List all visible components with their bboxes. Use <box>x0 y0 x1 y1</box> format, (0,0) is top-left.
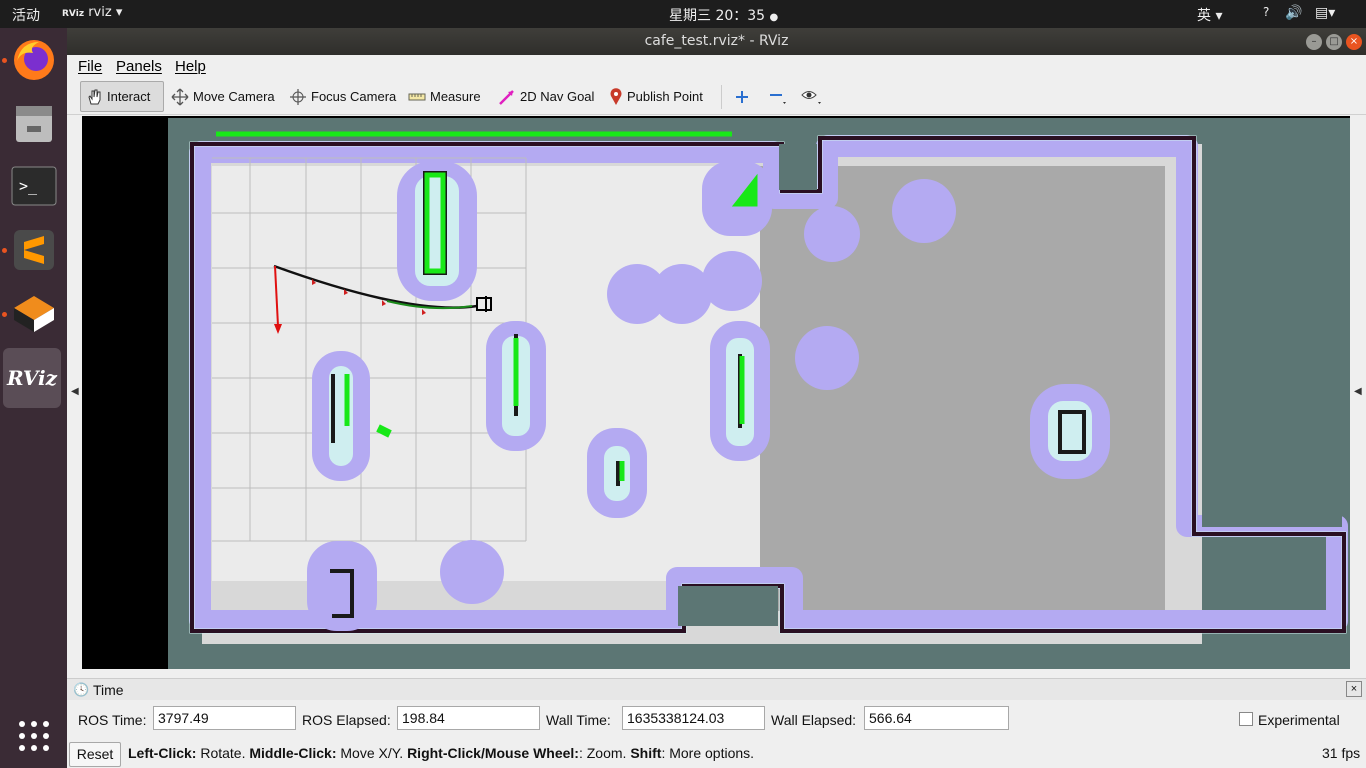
activities-button[interactable]: 活动 <box>12 5 40 25</box>
rviz-window: cafe_test.rviz* - RViz – □ × File Panels… <box>67 28 1366 768</box>
nav-goal-tool[interactable]: 2D Nav Goal <box>494 81 598 112</box>
publish-point-tool[interactable]: Publish Point <box>605 81 707 112</box>
wall-time-field[interactable] <box>622 706 765 730</box>
rviz-icon[interactable]: RViz <box>3 348 61 408</box>
view-options-button[interactable] <box>796 81 828 112</box>
move-camera-label: Move Camera <box>193 89 275 104</box>
svg-text:>_: >_ <box>19 177 38 195</box>
software-icon[interactable] <box>6 286 62 342</box>
remove-tool-button[interactable] <box>763 81 793 112</box>
window-title: cafe_test.rviz* - RViz <box>644 33 789 49</box>
input-method-label: 英 <box>1197 8 1211 24</box>
reset-button[interactable]: Reset <box>69 742 121 767</box>
wall-time-label: Wall Time: <box>546 712 611 728</box>
eye-icon <box>801 90 821 104</box>
hint-middle-click: Middle-Click: <box>249 745 337 761</box>
ros-elapsed-label: ROS Elapsed: <box>302 712 391 728</box>
move-camera-tool[interactable]: Move Camera <box>167 81 279 112</box>
hand-icon <box>88 89 101 104</box>
volume-icon[interactable]: 🔊 <box>1285 5 1302 21</box>
clock-icon: 🕓 <box>73 682 90 697</box>
ros-elapsed-field[interactable] <box>397 706 540 730</box>
notification-dot-icon: ● <box>769 12 779 23</box>
collapse-right-icon[interactable]: ◀ <box>1354 386 1362 397</box>
wall-elapsed-field[interactable] <box>864 706 1009 730</box>
close-panel-icon[interactable]: × <box>1346 681 1362 697</box>
help-icon[interactable]: ? <box>1263 5 1269 19</box>
system-top-bar: 活动 RViz rviz ▾ 星期三 20：35 ● 英 ▾ ? 🔊 ▤▾ <box>0 0 1366 28</box>
time-panel-title: Time <box>93 682 124 698</box>
hint-left-click: Left-Click: <box>128 745 197 761</box>
plus-icon <box>736 90 748 103</box>
hint-right-click: Right-Click/Mouse Wheel: <box>407 745 579 761</box>
render-viewport[interactable] <box>82 116 1350 669</box>
focus-camera-tool[interactable]: Focus Camera <box>285 81 400 112</box>
terminal-icon[interactable]: >_ <box>6 158 62 214</box>
dock: >_ RViz <box>0 28 67 768</box>
publish-point-label: Publish Point <box>627 89 703 104</box>
interact-tool[interactable]: Interact <box>80 81 164 112</box>
menu-file[interactable]: File <box>78 58 102 75</box>
experimental-label: Experimental <box>1258 712 1340 728</box>
measure-tool[interactable]: Measure <box>404 81 485 112</box>
tool-bar: Interact Move Camera Focus Camera Measur… <box>67 79 1366 115</box>
files-icon[interactable] <box>6 96 62 152</box>
ruler-icon <box>408 93 426 100</box>
app-menu[interactable]: RViz rviz ▾ <box>62 5 122 20</box>
nav-goal-label: 2D Nav Goal <box>520 89 595 104</box>
time-panel-header: 🕓 Time × <box>67 678 1366 700</box>
ros-time-label: ROS Time: <box>78 712 147 728</box>
hint-more: : More options. <box>661 745 755 761</box>
menu-bar: File Panels Help <box>67 55 1366 79</box>
measure-label: Measure <box>430 89 481 104</box>
hint-shift: Shift <box>630 745 662 761</box>
time-panel: 🕓 Time × ROS Time: ROS Elapsed: Wall Tim… <box>67 678 1366 768</box>
hint-rotate: Rotate. <box>196 745 250 761</box>
hint-zoom: : Zoom. <box>578 745 631 761</box>
focus-icon <box>290 88 306 105</box>
fps-counter: 31 fps <box>1322 745 1361 761</box>
input-method[interactable]: 英 ▾ <box>1197 5 1222 25</box>
clock[interactable]: 星期三 20：35 ● <box>669 5 778 25</box>
window-titlebar[interactable]: cafe_test.rviz* - RViz – □ × <box>67 28 1366 55</box>
ros-time-field[interactable] <box>153 706 296 730</box>
focus-camera-label: Focus Camera <box>311 89 397 104</box>
hint-move: Move X/Y. <box>336 745 408 761</box>
status-hint: Left-Click: Rotate. Middle-Click: Move X… <box>128 745 754 761</box>
map-render <box>82 116 1350 669</box>
minus-icon <box>770 93 786 104</box>
wall-elapsed-label: Wall Elapsed: <box>771 712 857 728</box>
interact-label: Interact <box>107 89 151 104</box>
minimize-icon[interactable]: – <box>1306 34 1322 50</box>
app-menu-label: rviz <box>88 5 112 20</box>
rviz-small-icon: RViz <box>62 9 85 19</box>
clock-label: 星期三 20：35 <box>669 8 766 24</box>
menu-panels[interactable]: Panels <box>116 58 162 75</box>
app-grid-icon[interactable] <box>6 708 62 764</box>
collapse-left-icon[interactable]: ◀ <box>71 386 79 397</box>
menu-help[interactable]: Help <box>175 58 206 75</box>
map-pin-icon <box>610 87 622 105</box>
battery-icon[interactable]: ▤▾ <box>1315 5 1335 21</box>
rviz-logo: RViz <box>6 366 58 390</box>
nav-arrow-icon <box>499 89 514 105</box>
firefox-icon[interactable] <box>6 32 62 88</box>
status-bar: Reset Left-Click: Rotate. Middle-Click: … <box>67 740 1366 768</box>
add-tool-button[interactable] <box>730 81 754 112</box>
close-icon[interactable]: × <box>1346 34 1362 50</box>
maximize-icon[interactable]: □ <box>1326 34 1342 50</box>
experimental-checkbox[interactable] <box>1239 712 1253 726</box>
sublime-icon[interactable] <box>6 222 62 278</box>
move-icon <box>171 88 189 105</box>
toolbar-separator <box>721 85 722 109</box>
